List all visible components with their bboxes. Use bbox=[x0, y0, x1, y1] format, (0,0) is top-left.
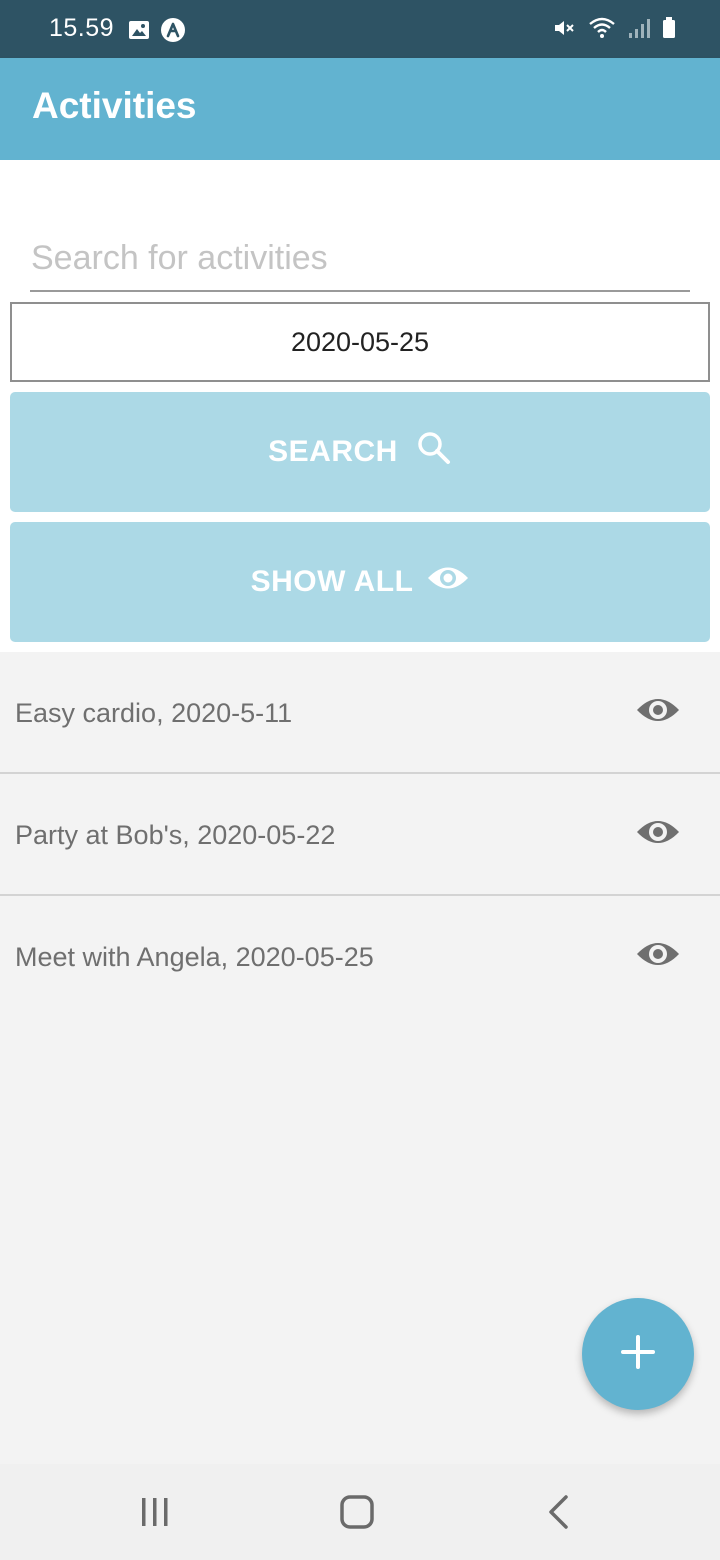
system-nav-bar bbox=[0, 1464, 720, 1560]
app-bar: Activities bbox=[0, 58, 720, 160]
recents-icon[interactable] bbox=[140, 1496, 172, 1533]
battery-icon bbox=[662, 17, 676, 44]
eye-icon bbox=[427, 563, 469, 601]
date-value: 2020-05-25 bbox=[290, 326, 430, 357]
activity-list: Easy cardio, 2020-5-11 Party at Bob's, 2… bbox=[0, 652, 720, 1018]
activity-label: Party at Bob's, 2020-05-22 bbox=[15, 820, 336, 850]
search-form: 2020-05-25 SEARCH SHOW ALL bbox=[0, 160, 720, 652]
signal-icon bbox=[628, 17, 650, 44]
status-left-icons bbox=[128, 17, 186, 48]
activity-label: Easy cardio, 2020-5-11 bbox=[15, 698, 293, 728]
wifi-icon bbox=[588, 16, 616, 45]
search-button[interactable]: SEARCH bbox=[10, 392, 710, 512]
list-item[interactable]: Party at Bob's, 2020-05-22 bbox=[0, 774, 720, 896]
status-right-icons bbox=[552, 16, 676, 45]
list-item[interactable]: Easy cardio, 2020-5-11 bbox=[0, 652, 720, 774]
image-icon bbox=[128, 19, 150, 46]
list-item[interactable]: Meet with Angela, 2020-05-25 bbox=[0, 896, 720, 1018]
home-icon[interactable] bbox=[339, 1494, 375, 1535]
show-all-button[interactable]: SHOW ALL bbox=[10, 522, 710, 642]
eye-icon[interactable] bbox=[636, 938, 680, 975]
search-button-label: SEARCH bbox=[268, 435, 398, 468]
eye-icon[interactable] bbox=[636, 694, 680, 731]
search-input[interactable] bbox=[30, 226, 690, 292]
status-time: 15.59 bbox=[49, 14, 115, 42]
date-field[interactable]: 2020-05-25 bbox=[10, 302, 710, 382]
back-icon[interactable] bbox=[546, 1494, 570, 1535]
plus-icon bbox=[621, 1334, 655, 1374]
status-bar: 15.59 bbox=[0, 0, 720, 58]
show-all-button-label: SHOW ALL bbox=[250, 565, 414, 598]
search-icon bbox=[416, 430, 452, 474]
page-title: Activities bbox=[32, 85, 197, 126]
eye-icon[interactable] bbox=[636, 816, 680, 853]
add-activity-button[interactable] bbox=[582, 1298, 694, 1410]
activity-label: Meet with Angela, 2020-05-25 bbox=[15, 942, 374, 972]
app-a-icon bbox=[160, 17, 186, 48]
mute-icon bbox=[552, 16, 576, 45]
